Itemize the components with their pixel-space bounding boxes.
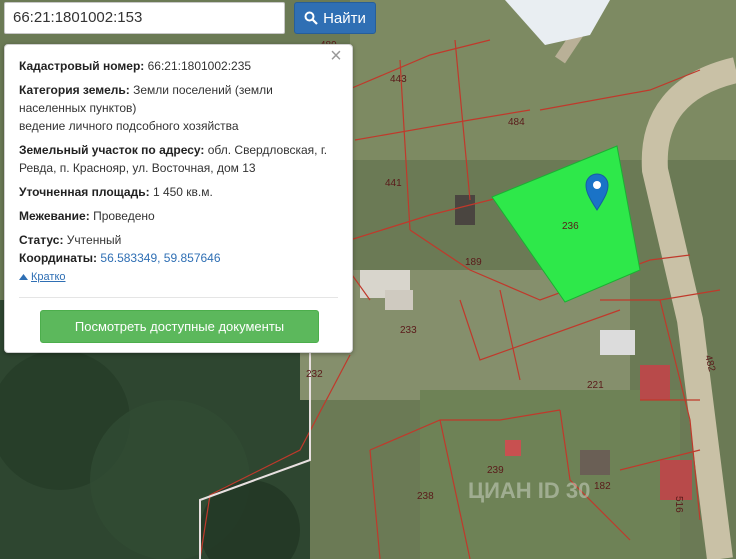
plot-label-182: 182 bbox=[594, 481, 611, 492]
plot-label-443: 443 bbox=[390, 74, 407, 85]
plot-label-441: 441 bbox=[385, 178, 402, 189]
survey-row: Межевание: Проведено bbox=[19, 207, 338, 225]
survey-value: Проведено bbox=[93, 209, 155, 223]
area-value: 1 450 кв.м. bbox=[152, 185, 213, 199]
address-label: Земельный участок по адресу: bbox=[19, 143, 205, 157]
plot-label-516: 516 bbox=[673, 496, 684, 513]
collapse-label: Кратко bbox=[31, 271, 66, 283]
area-label: Уточненная площадь: bbox=[19, 185, 150, 199]
plot-label-189: 189 bbox=[465, 257, 482, 268]
divider bbox=[19, 297, 338, 298]
caret-up-icon bbox=[19, 274, 28, 280]
plot-label-236: 236 bbox=[562, 221, 579, 232]
search-input[interactable]: 66:21:1801002:153 bbox=[4, 2, 285, 34]
search-icon bbox=[304, 11, 318, 25]
plot-label-238: 238 bbox=[417, 491, 434, 502]
area-row: Уточненная площадь: 1 450 кв.м. bbox=[19, 183, 338, 201]
coords-label: Координаты: bbox=[19, 251, 98, 265]
plot-label-233: 233 bbox=[400, 325, 417, 336]
cadastral-row: Кадастровый номер: 66:21:1801002:235 bbox=[19, 57, 338, 75]
category-label: Категория земель: bbox=[19, 83, 130, 97]
collapse-link[interactable]: Кратко bbox=[19, 268, 66, 286]
coords-row: Координаты: 56.583349, 59.857646 bbox=[19, 249, 338, 267]
plot-label-484: 484 bbox=[508, 117, 525, 128]
status-row: Статус: Учтенный bbox=[19, 231, 338, 249]
watermark: ЦИАН ID 30 bbox=[468, 478, 590, 503]
plot-label-221: 221 bbox=[587, 380, 604, 391]
address-row: Земельный участок по адресу: обл. Свердл… bbox=[19, 141, 338, 177]
cadastral-label: Кадастровый номер: bbox=[19, 59, 145, 73]
status-label: Статус: bbox=[19, 233, 64, 247]
view-documents-button[interactable]: Посмотреть доступные документы bbox=[40, 310, 319, 343]
status-value: Учтенный bbox=[66, 233, 122, 247]
coords-link[interactable]: 56.583349, 59.857646 bbox=[100, 251, 220, 265]
search-button[interactable]: Найти bbox=[294, 2, 376, 34]
plot-label-239: 239 bbox=[487, 465, 504, 476]
parcel-info-panel: × Кадастровый номер: 66:21:1801002:235 К… bbox=[4, 44, 353, 353]
close-icon[interactable]: × bbox=[326, 46, 346, 66]
search-button-label: Найти bbox=[323, 9, 366, 27]
plot-label-232: 232 bbox=[306, 369, 323, 380]
usage-value: ведение личного подсобного хозяйства bbox=[19, 119, 239, 133]
survey-label: Межевание: bbox=[19, 209, 90, 223]
cadastral-value: 66:21:1801002:235 bbox=[147, 59, 252, 73]
category-row: Категория земель: Земли поселений (земли… bbox=[19, 81, 338, 117]
